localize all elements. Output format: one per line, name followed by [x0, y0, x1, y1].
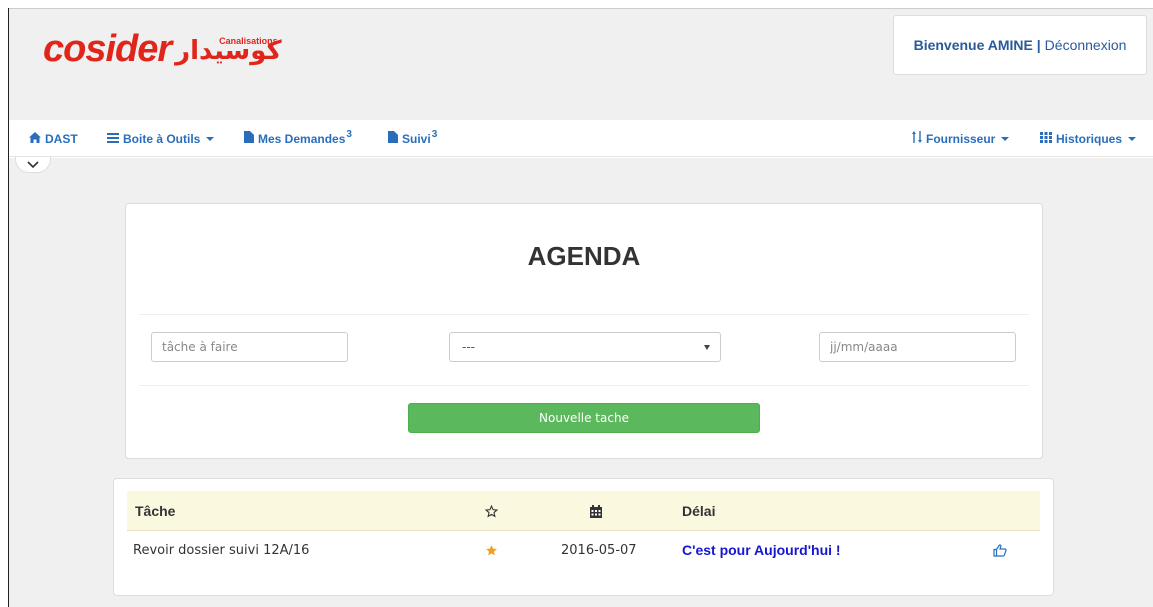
row-date: 2016-05-07 [561, 542, 637, 558]
agenda-title: AGENDA [527, 241, 641, 271]
nav-followup[interactable]: Suivi 3 [388, 120, 437, 157]
nav-home-label: DAST [45, 131, 78, 146]
nav-supplier-dropdown[interactable]: Fournisseur [912, 120, 1010, 157]
caret-down-icon [1001, 136, 1010, 141]
followup-count-badge: 3 [431, 129, 438, 140]
header-delay: Délai [682, 503, 716, 519]
row-task: Revoir dossier suivi 12A/16 [133, 542, 310, 558]
header-task: Tâche [135, 503, 176, 519]
star-filled-icon[interactable] [485, 531, 498, 569]
agenda-card: AGENDA --- Nouvelle tache [125, 203, 1043, 459]
task-list-card: Tâche Délai Revoir dossier suivi 12A/16 … [113, 478, 1054, 596]
main-navbar: DAST Boite à Outils Mes Demandes 3 Suivi… [9, 120, 1153, 157]
nav-history-label: Historiques [1056, 131, 1123, 146]
nav-tools-dropdown[interactable]: Boite à Outils [107, 120, 215, 157]
date-input[interactable] [819, 332, 1016, 362]
table-row[interactable]: Revoir dossier suivi 12A/16 2016-05-07 C… [127, 531, 1040, 569]
window-left-border [8, 8, 9, 607]
nav-tools-label: Boite à Outils [123, 131, 201, 146]
row-delay: C'est pour Aujourd'hui ! [682, 542, 841, 558]
task-input[interactable] [151, 332, 348, 362]
priority-select[interactable]: --- [449, 332, 721, 362]
welcome-text: Bienvenue AMINE | [913, 37, 1041, 53]
menu-icon [107, 132, 119, 146]
select-value: --- [462, 340, 475, 354]
nav-requests-label: Mes Demandes [258, 131, 346, 146]
caret-down-icon [1128, 136, 1137, 141]
nav-followup-label: Suivi [402, 131, 431, 146]
calendar-icon [590, 491, 602, 531]
logo-subtitle: Canalisations [219, 36, 278, 46]
logo-latin-text: cosider [43, 28, 172, 70]
new-task-button[interactable]: Nouvelle tache [408, 403, 760, 433]
nav-supplier-label: Fournisseur [926, 131, 996, 146]
divider [139, 314, 1029, 315]
grid-icon [1040, 131, 1052, 146]
user-welcome-box: Bienvenue AMINE | Déconnexion [893, 15, 1147, 75]
nav-home[interactable]: DAST [29, 120, 78, 157]
logout-link[interactable]: Déconnexion [1045, 37, 1127, 53]
home-icon [29, 131, 41, 146]
select-arrow-icon [704, 345, 710, 350]
sort-icon [912, 131, 922, 146]
file-icon [244, 131, 254, 146]
file-icon [388, 131, 398, 146]
page-header: cosider كوسيدار Canalisations Bienvenue … [9, 9, 1153, 120]
nav-history-dropdown[interactable]: Historiques [1040, 120, 1137, 157]
cosider-logo[interactable]: cosider كوسيدار Canalisations [43, 23, 282, 69]
divider [139, 385, 1029, 386]
star-outline-icon [485, 491, 498, 531]
table-header: Tâche Délai [127, 491, 1040, 531]
caret-down-icon [206, 136, 215, 141]
chevron-down-icon [27, 160, 39, 169]
thumbs-up-icon[interactable] [993, 531, 1007, 569]
logo-arabic-text: كوسيدار Canalisations [175, 33, 282, 69]
nav-my-requests[interactable]: Mes Demandes 3 [244, 120, 352, 157]
requests-count-badge: 3 [346, 129, 352, 140]
